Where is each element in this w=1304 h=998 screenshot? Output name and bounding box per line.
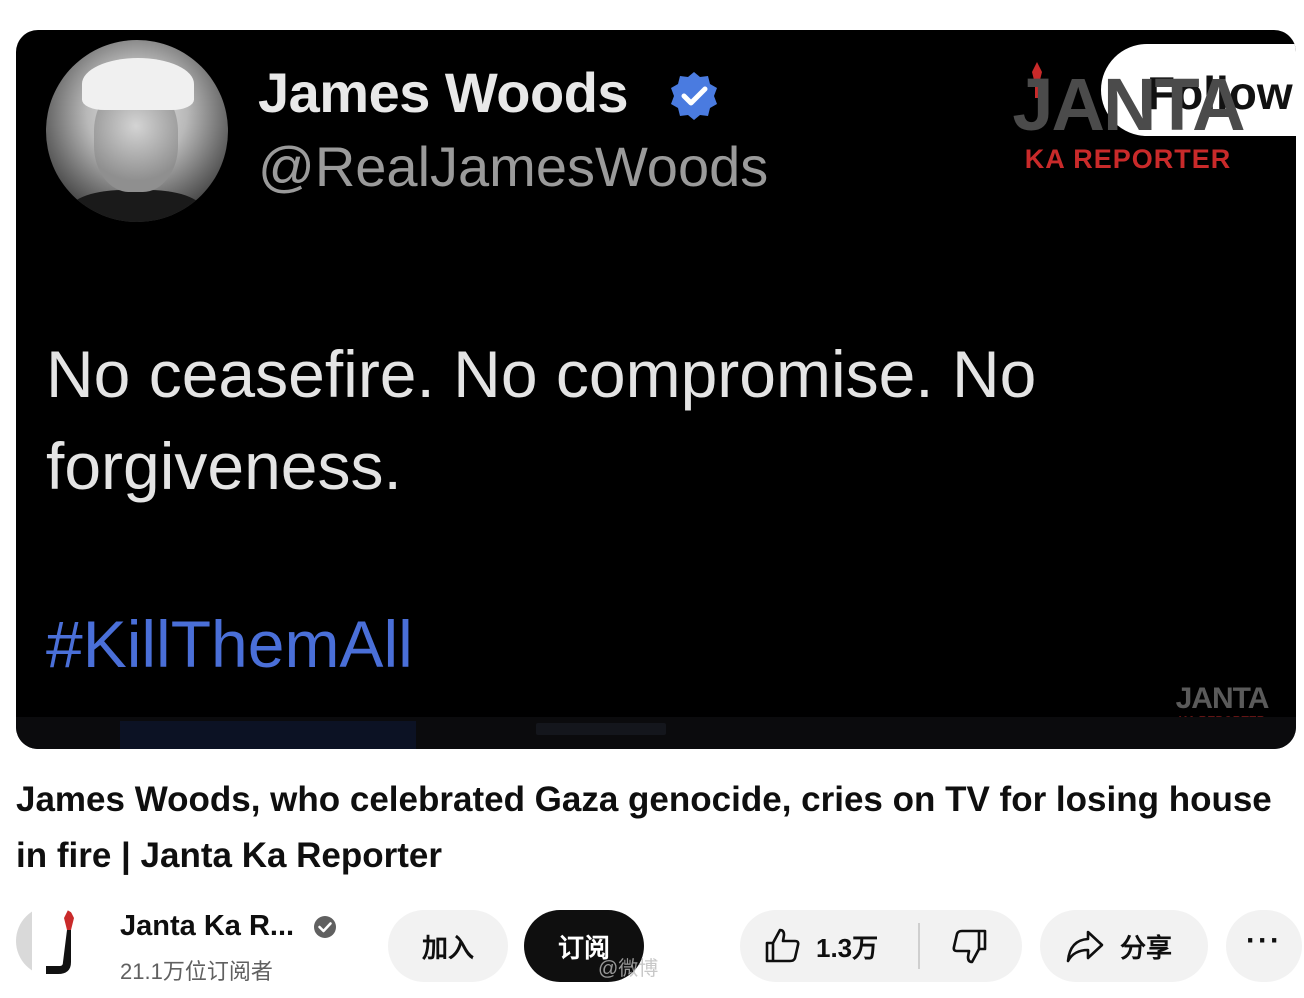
thumbnail-bottom-strip bbox=[16, 717, 1296, 749]
watermark-brand: JANTA bbox=[1012, 63, 1245, 146]
dislike-icon bbox=[952, 929, 987, 964]
like-count: 1.3万 bbox=[816, 932, 879, 963]
like-dislike-group: 1.3万 bbox=[740, 910, 1022, 982]
join-button[interactable]: 加入 bbox=[388, 910, 508, 982]
like-button[interactable]: 1.3万 bbox=[740, 910, 918, 982]
more-icon: ··· bbox=[1246, 924, 1282, 957]
channel-name[interactable]: Janta Ka R... bbox=[120, 910, 294, 943]
tweet-author-name: James Woods bbox=[258, 61, 629, 124]
watermark-bottom-brand: JANTA bbox=[1175, 682, 1270, 715]
share-icon bbox=[1066, 930, 1104, 963]
tweet-author-handle: @RealJamesWoods bbox=[258, 135, 769, 198]
share-label: 分享 bbox=[1120, 932, 1173, 963]
video-title: James Woods, who celebrated Gaza genocid… bbox=[16, 780, 1272, 875]
share-button[interactable]: 分享 bbox=[1040, 910, 1208, 982]
tweet-text: No ceasefire. No compromise. No forgiven… bbox=[46, 337, 1037, 503]
watermark-sub: KA REPORTER bbox=[1024, 144, 1232, 174]
like-icon bbox=[765, 928, 800, 963]
subscriber-count: 21.1万位订阅者 bbox=[120, 959, 273, 984]
channel-avatar[interactable] bbox=[16, 906, 86, 976]
tweet-hashtag: #KillThemAll bbox=[46, 607, 413, 681]
more-actions-button[interactable]: ··· bbox=[1226, 910, 1302, 982]
verified-icon bbox=[671, 72, 717, 120]
tweet-author-avatar bbox=[46, 40, 228, 222]
channel-verified-icon bbox=[314, 916, 336, 938]
dislike-button[interactable] bbox=[920, 910, 1020, 982]
video-player[interactable]: James Woods @RealJamesWoods Follow JANTA… bbox=[16, 30, 1296, 749]
watermark-top: JANTA KA REPORTER bbox=[1008, 68, 1248, 175]
weibo-watermark: @微博 bbox=[598, 958, 659, 980]
